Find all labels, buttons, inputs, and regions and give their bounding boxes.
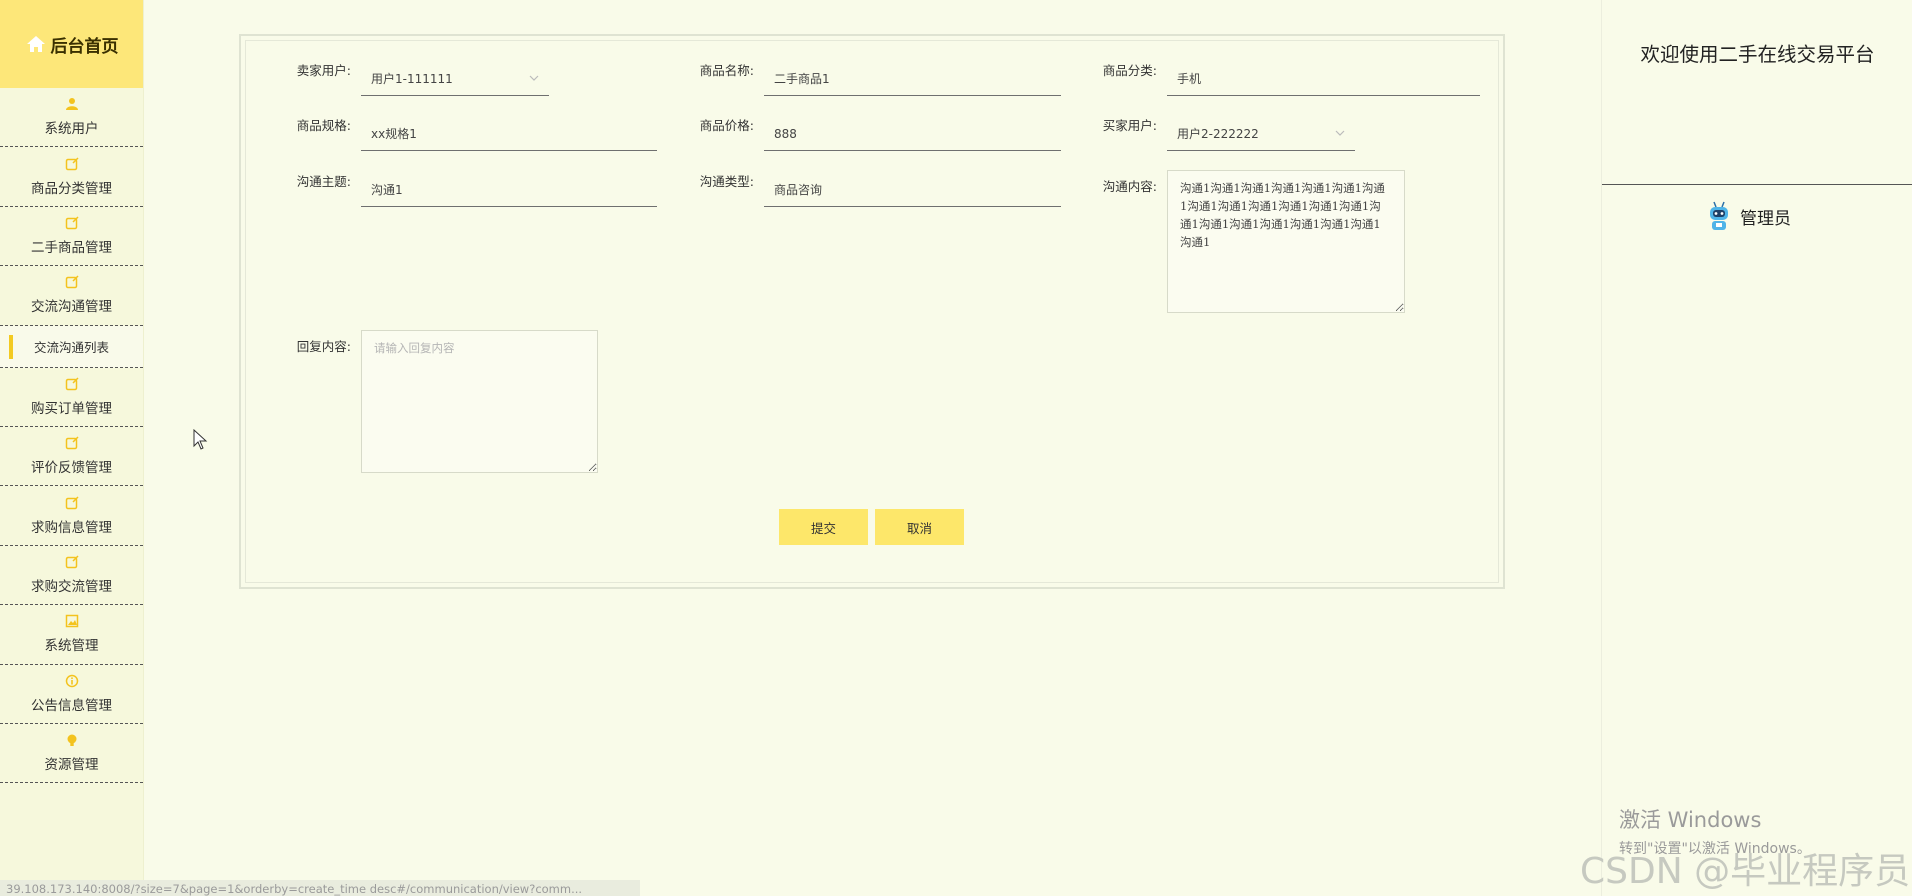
csdn-watermark: CSDN @毕业程序员 — [1580, 851, 1911, 892]
seller-value: 用户1-111111 — [371, 72, 453, 86]
sidebar-item-label: 商品分类管理 — [31, 180, 112, 197]
comm-content-label: 沟通内容: — [1102, 179, 1157, 194]
seller-label: 卖家用户: — [296, 63, 351, 78]
category-input[interactable] — [1167, 62, 1480, 96]
sidebar-subitem-label: 交流沟通列表 — [33, 339, 109, 355]
edit-icon — [65, 216, 79, 230]
sidebar-item-order-mgmt[interactable]: 购买订单管理 — [0, 368, 143, 427]
comm-type-input[interactable] — [764, 173, 1061, 207]
seller-field: 卖家用户: 用户1-111111 — [283, 62, 549, 96]
reply-field: 回复内容: — [283, 330, 598, 473]
info-icon — [65, 674, 79, 688]
cancel-button[interactable]: 取消 — [875, 509, 964, 545]
sidebar-item-label: 求购交流管理 — [31, 578, 112, 595]
sidebar-item-system-mgmt[interactable]: 系统管理 — [0, 605, 143, 665]
status-bar-url: 39.108.173.140:8008/?size=7&page=1&order… — [0, 880, 640, 896]
robot-avatar-icon — [1706, 200, 1732, 232]
topic-field: 沟通主题: — [283, 173, 657, 207]
user-icon — [65, 97, 79, 111]
price-label: 商品价格: — [699, 118, 754, 133]
sidebar-item-label: 公告信息管理 — [31, 697, 112, 714]
edit-icon — [65, 377, 79, 391]
category-label: 商品分类: — [1102, 63, 1157, 78]
sidebar-item-category-mgmt[interactable]: 商品分类管理 — [0, 147, 143, 207]
comm-type-label: 沟通类型: — [699, 174, 754, 189]
topic-input[interactable] — [361, 173, 657, 207]
sidebar: 后台首页 系统用户 商品分类管理 二手商品管理 交流沟通管理 交流沟通列表 购买… — [0, 0, 144, 896]
edit-icon — [65, 555, 79, 569]
buyer-field: 买家用户: 用户2-222222 — [1089, 117, 1355, 151]
right-panel: 欢迎使用二手在线交易平台 管理员 — [1601, 0, 1912, 896]
welcome-text: 欢迎使用二手在线交易平台 — [1640, 43, 1875, 66]
sidebar-item-label: 购买订单管理 — [31, 400, 112, 417]
reply-textarea[interactable] — [361, 330, 598, 473]
category-field: 商品分类: — [1089, 62, 1480, 96]
sidebar-item-label: 二手商品管理 — [31, 239, 112, 256]
sidebar-item-label: 求购信息管理 — [31, 519, 112, 536]
sidebar-item-wanted-communication-mgmt[interactable]: 求购交流管理 — [0, 546, 143, 606]
current-user[interactable]: 管理员 — [1706, 200, 1791, 232]
spec-field: 商品规格: — [283, 117, 657, 151]
comm-content-textarea[interactable]: 沟通1沟通1沟通1沟通1沟通1沟通1沟通1沟通1沟通1沟通1沟通1沟通1沟通1沟… — [1167, 170, 1405, 313]
comm-content-field: 沟通内容: 沟通1沟通1沟通1沟通1沟通1沟通1沟通1沟通1沟通1沟通1沟通1沟… — [1089, 170, 1405, 313]
comm-type-field: 沟通类型: — [686, 173, 1061, 207]
communication-detail-form: 卖家用户: 用户1-111111 商品名称: 商品分类: 商品规格: 商品价格:… — [239, 34, 1505, 589]
sidebar-item-resource-mgmt[interactable]: 资源管理 — [0, 724, 143, 784]
product-name-field: 商品名称: — [686, 62, 1061, 96]
sidebar-home-link[interactable]: 后台首页 — [0, 0, 143, 88]
user-name: 管理员 — [1740, 208, 1791, 229]
edit-icon — [65, 157, 79, 171]
seller-select[interactable]: 用户1-111111 — [361, 62, 549, 96]
buyer-select[interactable]: 用户2-222222 — [1167, 117, 1355, 151]
product-name-input[interactable] — [764, 62, 1061, 96]
sidebar-item-product-mgmt[interactable]: 二手商品管理 — [0, 207, 143, 267]
spec-input[interactable] — [361, 117, 657, 151]
buyer-label: 买家用户: — [1102, 118, 1157, 133]
chevron-down-icon — [1333, 126, 1347, 140]
sidebar-item-communication-mgmt[interactable]: 交流沟通管理 — [0, 266, 143, 326]
home-icon — [25, 33, 47, 55]
mouse-cursor-icon — [193, 428, 209, 451]
price-input[interactable] — [764, 117, 1061, 151]
sidebar-item-label: 评价反馈管理 — [31, 460, 112, 477]
image-icon — [65, 614, 79, 628]
bulb-icon — [65, 733, 79, 747]
submit-button[interactable]: 提交 — [779, 509, 868, 545]
spec-label: 商品规格: — [296, 118, 351, 133]
reply-label: 回复内容: — [296, 339, 351, 354]
sidebar-item-system-users[interactable]: 系统用户 — [0, 88, 143, 148]
price-field: 商品价格: — [686, 117, 1061, 151]
sidebar-item-label: 系统管理 — [44, 638, 99, 655]
sidebar-home-label: 后台首页 — [50, 36, 119, 57]
edit-icon — [65, 496, 79, 510]
edit-icon — [65, 436, 79, 450]
product-name-label: 商品名称: — [699, 63, 754, 78]
sidebar-item-label: 资源管理 — [44, 757, 99, 774]
sidebar-item-wanted-mgmt[interactable]: 求购信息管理 — [0, 486, 143, 546]
divider — [1602, 184, 1912, 185]
chevron-down-icon — [527, 71, 541, 85]
activation-title: 激活 Windows — [1619, 808, 1762, 832]
edit-icon — [65, 275, 79, 289]
buyer-value: 用户2-222222 — [1177, 127, 1259, 141]
sidebar-item-label: 交流沟通管理 — [31, 299, 112, 316]
sidebar-item-notice-mgmt[interactable]: 公告信息管理 — [0, 665, 143, 724]
sidebar-item-feedback-mgmt[interactable]: 评价反馈管理 — [0, 427, 143, 487]
topic-label: 沟通主题: — [296, 174, 351, 189]
sidebar-subitem-communication-list[interactable]: 交流沟通列表 — [0, 325, 143, 368]
sidebar-item-label: 系统用户 — [44, 121, 99, 138]
